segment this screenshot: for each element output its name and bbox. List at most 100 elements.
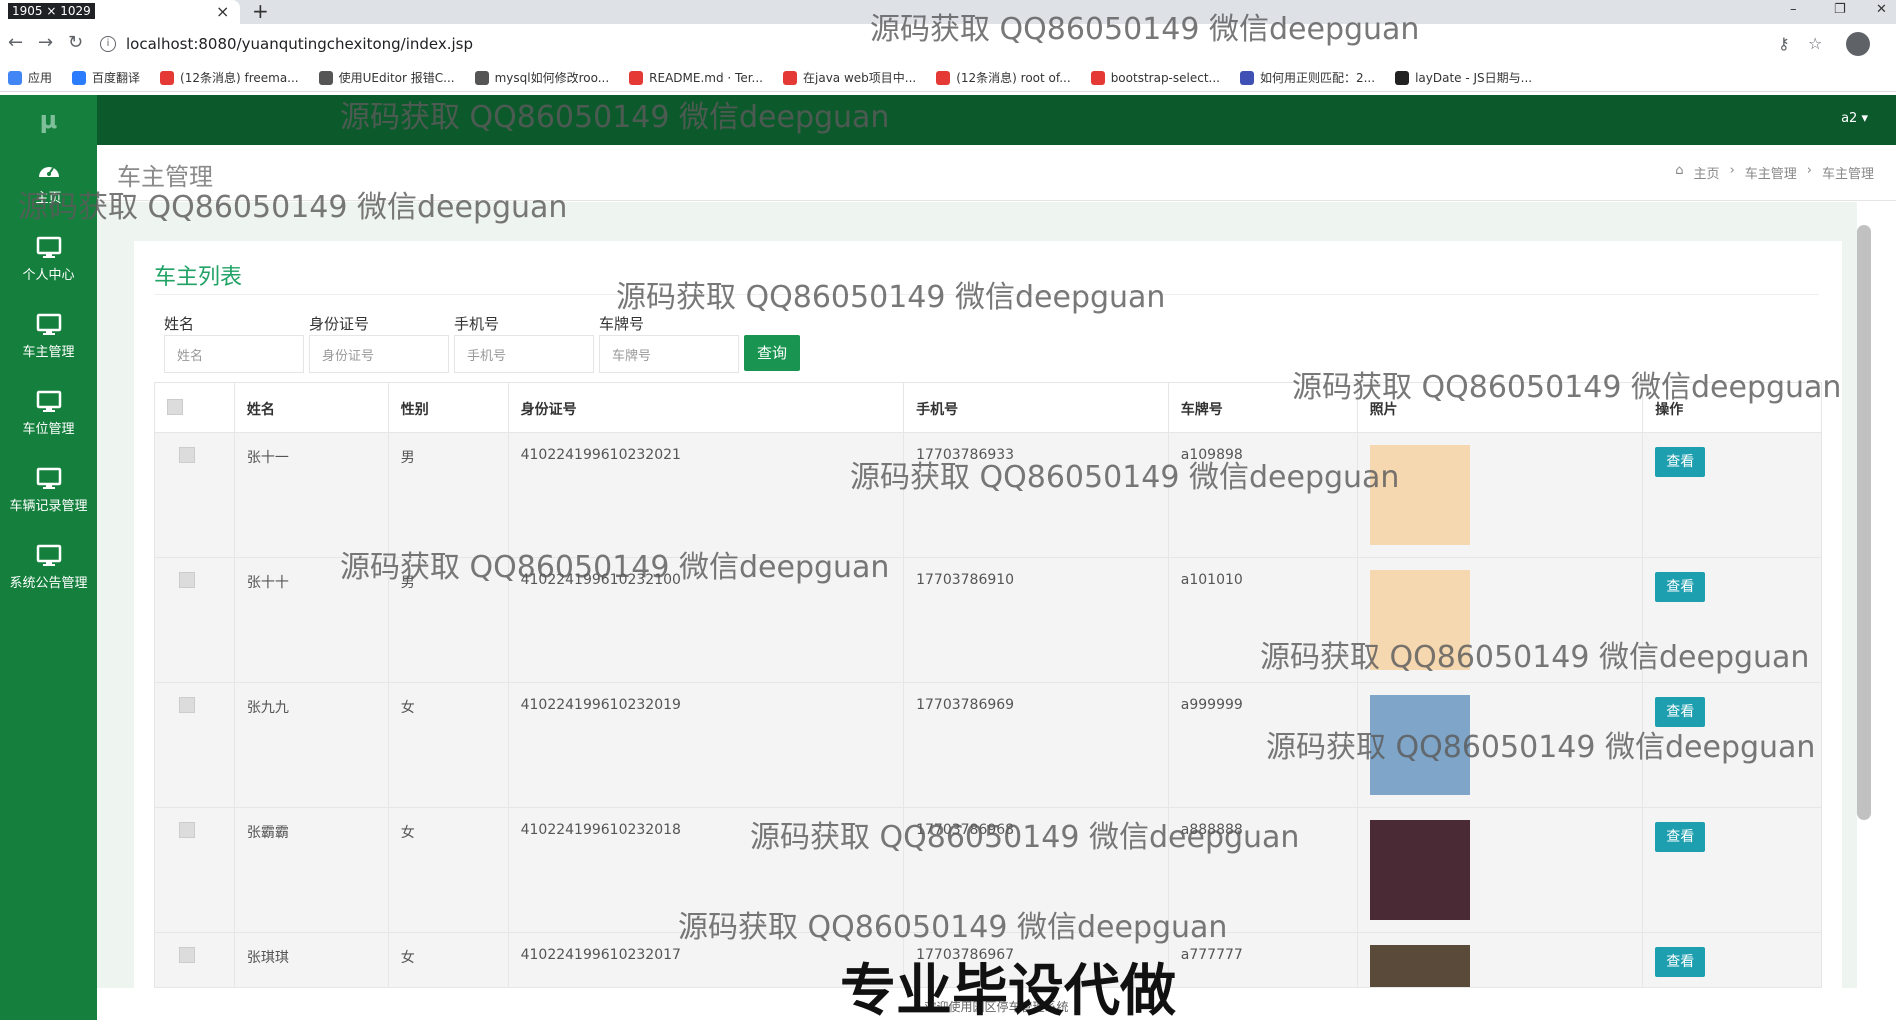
bookmark-apps[interactable]: 应用 [8,69,52,86]
bookmark-icon [783,70,797,85]
owner-name: 张九九 [235,683,389,807]
row-checkbox[interactable] [179,822,195,838]
photo-cell [1358,933,1644,987]
bookmark-item[interactable]: 使用UEditor 报错C... [318,69,455,86]
restore-icon[interactable]: ❐ [1834,2,1846,17]
select-cell [155,433,235,557]
filter-label: 手机号 [454,315,500,333]
reload-icon[interactable]: ↻ [68,32,83,53]
filter-group: 身份证号 身份证号 [309,313,454,373]
omnibox[interactable]: i localhost:8080/yuanqutingchexitong/ind… [100,30,1780,58]
filter-label: 姓名 [164,315,195,333]
select-all-checkbox[interactable] [167,399,183,415]
owner-plate: a888888 [1169,808,1358,932]
bookmark-item[interactable]: README.md · Ter... [629,70,763,85]
bookmark-label: mysql如何修改roo... [494,71,610,85]
owner-plate: a999999 [1169,683,1358,807]
sidebar-item[interactable]: 主页 [0,145,97,222]
sidebar: μ 主页 个人中心车主管理车位管理车辆记录管理系统公告管理 [0,95,97,1020]
breadcrumb-section[interactable]: 车主管理 [1745,163,1797,182]
owner-phone: 17703786968 [904,808,1169,932]
header-id-number: 身份证号 [509,383,905,432]
table-row: 张十一男 410224199610232021 17703786933 a109898… [155,433,1821,558]
star-icon[interactable]: ☆ [1808,34,1822,53]
table-row: 张琪琪女 410224199610232017 17703786967 a777777… [155,933,1821,987]
bookmark-item[interactable]: layDate - JS日期与... [1395,69,1532,86]
tab-close-icon[interactable]: × [216,2,229,21]
profile-icon[interactable] [1846,32,1870,56]
view-button[interactable]: 查看 [1655,572,1706,602]
info-icon[interactable]: i [100,36,116,52]
filter-input[interactable]: 姓名 [164,335,304,373]
address-bar-row: ← → ↻ i localhost:8080/yuanqutingchexito… [0,24,1896,64]
browser-tab[interactable]: 1905 × 1029 × [0,0,240,24]
breadcrumb: ⌂ 主页 › 车主管理 › 车主管理 [1675,163,1874,182]
bookmark-item[interactable]: mysql如何修改roo... [474,69,610,86]
home-icon: ⌂ [1675,163,1684,178]
header-plate: 车牌号 [1169,383,1358,432]
url-text[interactable]: localhost:8080/yuanqutingchexitong/index… [126,35,473,53]
bookmark-icon [474,70,489,85]
select-cell [155,558,235,682]
sidebar-item[interactable]: 个人中心 [0,222,97,299]
owner-id-number: 410224199610232021 [509,433,905,557]
key-icon[interactable]: ⚷ [1778,34,1790,53]
sidebar-item[interactable]: 车位管理 [0,376,97,453]
select-all-cell [155,383,235,432]
sidebar-item-label: 车主管理 [22,345,75,360]
owner-id-number: 410224199610232100 [509,558,905,682]
bookmark-item[interactable]: 百度翻译 [72,69,140,86]
view-button[interactable]: 查看 [1655,947,1706,977]
row-checkbox[interactable] [179,947,195,963]
actions-cell: 查看 [1643,933,1821,987]
owner-phone: 17703786933 [904,433,1169,557]
new-tab-button[interactable]: + [252,0,269,23]
row-checkbox[interactable] [179,697,195,713]
view-button[interactable]: 查看 [1655,697,1706,727]
bookmark-label: 在java web项目中... [803,71,917,85]
view-button[interactable]: 查看 [1655,447,1706,477]
breadcrumb-home[interactable]: 主页 [1694,163,1720,182]
filter-group: 手机号 手机号 [454,313,599,373]
search-button[interactable]: 查询 [744,335,800,371]
sidebar-item[interactable]: 车辆记录管理 [0,453,97,530]
header-actions: 操作 [1655,402,1684,418]
monitor-icon [36,313,61,335]
owner-photo [1369,945,1470,987]
monitor-icon [36,390,61,412]
app-logo[interactable]: μ [0,95,97,145]
bookmark-label: 如何用正则匹配：2... [1259,71,1376,85]
bookmark-item[interactable]: (12条消息) root of... [936,69,1071,86]
sidebar-item[interactable]: 系统公告管理 [0,530,97,607]
view-button[interactable]: 查看 [1655,822,1706,852]
close-window-icon[interactable]: ✕ [1876,2,1887,17]
row-checkbox[interactable] [179,572,195,588]
sidebar-item[interactable]: 车主管理 [0,299,97,376]
bookmark-item[interactable]: bootstrap-select... [1090,70,1220,85]
sidebar-item-label: 车位管理 [22,422,75,437]
breadcrumb-current: 车主管理 [1821,167,1874,182]
breadcrumb-separator: › [1806,163,1812,178]
bookmark-icon [1395,70,1410,85]
filter-input[interactable]: 手机号 [454,335,594,373]
row-checkbox[interactable] [179,447,195,463]
filter-input[interactable]: 车牌号 [599,335,739,373]
sidebar-item-label: 车辆记录管理 [9,499,88,514]
monitor-icon [36,467,61,489]
select-cell [155,808,235,932]
owner-phone: 17703786910 [904,558,1169,682]
bookmark-item[interactable]: 如何用正则匹配：2... [1239,69,1376,86]
bookmark-icon [629,70,644,85]
back-icon[interactable]: ← [8,32,23,53]
bookmark-item[interactable]: (12条消息) freema... [160,69,299,86]
bookmark-label: README.md · Ter... [649,70,763,85]
page-scrollbar[interactable] [1857,225,1871,820]
bookmark-icon [936,70,951,85]
bookmark-item[interactable]: 在java web项目中... [783,69,916,86]
filter-input[interactable]: 身份证号 [309,335,449,373]
minimize-icon[interactable]: – [1790,2,1797,17]
forward-icon[interactable]: → [38,32,53,53]
owner-gender: 女 [389,808,509,932]
user-menu[interactable]: a2 ▾ [1841,111,1868,126]
header-name: 姓名 [235,383,389,432]
